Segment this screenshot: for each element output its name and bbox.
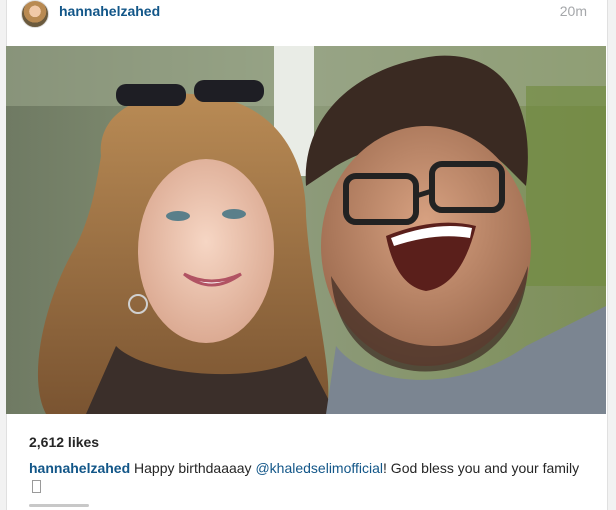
caption-text-end: ! God bless you and your family: [383, 460, 580, 476]
caption-mention[interactable]: @khaledselimofficial: [255, 460, 383, 476]
caption-text: Happy birthdaaaay: [130, 460, 256, 476]
post-username[interactable]: hannahelzahed: [59, 3, 160, 19]
post-caption: hannahelzahed Happy birthdaaaay @khaleds…: [29, 459, 589, 497]
photo-image: [6, 46, 606, 414]
post-photo[interactable]: [6, 46, 606, 414]
caption-username[interactable]: hannahelzahed: [29, 460, 130, 476]
likes-count[interactable]: 2,612 likes: [29, 434, 99, 450]
post-timestamp[interactable]: 20m: [560, 3, 587, 19]
user-avatar[interactable]: [21, 0, 49, 28]
post-card: hannahelzahed 20m 2,612 likes hannahelza…: [6, 0, 608, 510]
emoji-icon: [32, 480, 41, 493]
comments-preview[interactable]: [29, 501, 109, 507]
post-header: hannahelzahed 20m: [7, 0, 607, 28]
